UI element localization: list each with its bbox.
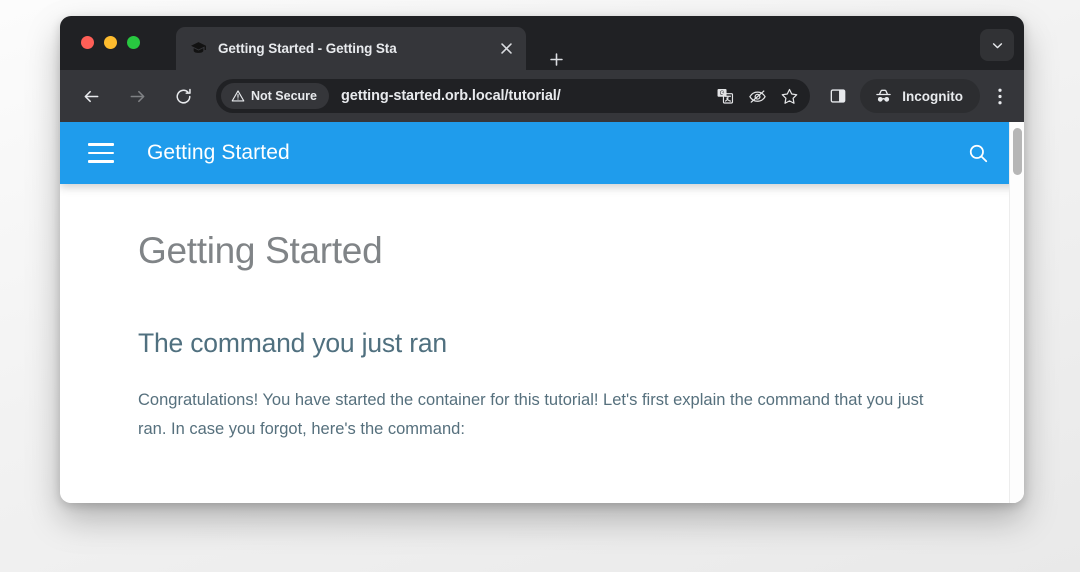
url-text[interactable]: getting-started.orb.local/tutorial/ (341, 88, 708, 104)
star-icon[interactable] (774, 81, 804, 111)
tab-strip: Getting Started - Getting Sta (60, 16, 1024, 70)
warning-triangle-icon (231, 89, 245, 103)
window-controls (81, 36, 140, 49)
tab-title: Getting Started - Getting Sta (218, 41, 490, 56)
section-heading: The command you just ran (80, 328, 968, 359)
close-tab-button[interactable] (494, 37, 518, 61)
incognito-icon (874, 87, 893, 106)
back-button[interactable] (74, 79, 108, 113)
graduation-cap-icon (190, 40, 207, 57)
translate-icon[interactable]: G (710, 81, 740, 111)
page-title: Getting Started (80, 230, 968, 272)
security-status-chip[interactable]: Not Secure (221, 83, 329, 109)
minimize-window-button[interactable] (104, 36, 117, 49)
page-viewport: Getting Started Getting Started The comm… (60, 122, 1024, 503)
intro-paragraph: Congratulations! You have started the co… (80, 386, 968, 445)
page-content: Getting Started The command you just ran… (60, 184, 1024, 445)
vertical-scrollbar[interactable] (1009, 122, 1024, 503)
three-dot-menu-icon[interactable] (986, 79, 1014, 113)
forward-button[interactable] (120, 79, 154, 113)
reload-button[interactable] (166, 79, 200, 113)
search-icon[interactable] (962, 137, 994, 169)
browser-window: Getting Started - Getting Sta (60, 16, 1024, 503)
site-title: Getting Started (147, 141, 290, 165)
close-window-button[interactable] (81, 36, 94, 49)
incognito-label: Incognito (902, 89, 963, 104)
side-panel-icon[interactable] (822, 80, 854, 112)
address-bar[interactable]: Not Secure getting-started.orb.local/tut… (216, 79, 810, 113)
eye-off-icon[interactable] (742, 81, 772, 111)
scrollbar-thumb[interactable] (1013, 128, 1022, 175)
site-app-bar: Getting Started (60, 122, 1024, 184)
incognito-indicator[interactable]: Incognito (860, 79, 980, 113)
new-tab-button[interactable] (542, 45, 570, 73)
browser-toolbar: Not Secure getting-started.orb.local/tut… (60, 70, 1024, 122)
browser-tab[interactable]: Getting Started - Getting Sta (176, 27, 526, 70)
tab-search-button[interactable] (980, 29, 1014, 61)
hamburger-menu-icon[interactable] (84, 136, 118, 170)
security-status-label: Not Secure (251, 89, 317, 103)
maximize-window-button[interactable] (127, 36, 140, 49)
